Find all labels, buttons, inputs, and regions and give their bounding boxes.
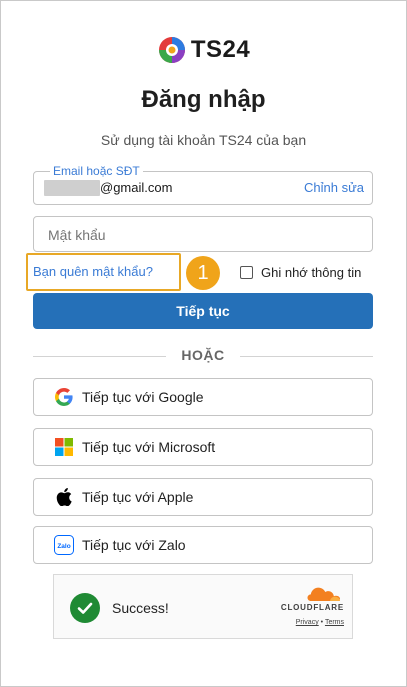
forgot-password-link[interactable]: Bạn quên mật khẩu?	[33, 264, 153, 279]
divider-left	[33, 356, 166, 357]
email-field-label: Email hoặc SĐT	[50, 164, 143, 178]
terms-link[interactable]: Terms	[325, 619, 344, 626]
brand-logo: TS24	[0, 32, 407, 68]
zalo-login-label: Tiếp tục với Zalo	[82, 537, 186, 553]
brand-name: TS24	[190, 36, 251, 63]
page-title: Đăng nhập	[141, 86, 266, 113]
edit-email-link[interactable]: Chỉnh sửa	[304, 180, 364, 195]
check-icon	[70, 593, 100, 623]
zalo-icon-text: Zalo	[57, 543, 70, 550]
password-input[interactable]	[48, 227, 348, 243]
zalo-icon: Zalo	[54, 535, 74, 555]
microsoft-login-label: Tiếp tục với Microsoft	[82, 439, 216, 455]
divider-right	[240, 356, 373, 357]
continue-button[interactable]: Tiếp tục	[33, 293, 373, 329]
google-login-button[interactable]: Tiếp tục với Google	[33, 378, 373, 416]
apple-icon	[54, 487, 74, 507]
ts24-logo-icon	[158, 37, 185, 63]
or-separator: HOẶC	[181, 347, 225, 363]
cloudflare-captcha: Success! CLOUDFLARE Privacy • Terms	[53, 574, 353, 639]
google-icon	[54, 387, 74, 407]
zalo-login-button[interactable]: Zalo Tiếp tục với Zalo	[33, 526, 373, 564]
email-value: @gmail.com	[100, 180, 173, 195]
microsoft-login-button[interactable]: Tiếp tục với Microsoft	[33, 428, 373, 466]
remember-me[interactable]: Ghi nhớ thông tin	[240, 265, 361, 280]
google-login-label: Tiếp tục với Google	[82, 389, 204, 405]
cloudflare-links: Privacy • Terms	[264, 619, 344, 626]
remember-checkbox[interactable]	[240, 266, 253, 279]
step-badge: 1	[186, 256, 220, 290]
captcha-status: Success!	[112, 600, 169, 616]
cloudflare-wordmark: CLOUDFLARE	[280, 603, 344, 612]
email-redacted-part	[44, 180, 100, 196]
privacy-link[interactable]: Privacy	[296, 619, 319, 626]
remember-label: Ghi nhớ thông tin	[261, 265, 362, 280]
apple-login-button[interactable]: Tiếp tục với Apple	[33, 478, 373, 516]
apple-login-label: Tiếp tục với Apple	[82, 489, 194, 505]
link-separator: •	[320, 619, 324, 626]
microsoft-icon	[54, 437, 74, 457]
cloudflare-brand: CLOUDFLARE Privacy • Terms	[264, 585, 344, 635]
cloudflare-cloud-icon	[307, 587, 340, 601]
page-subtitle: Sử dụng tài khoản TS24 của bạn	[100, 132, 307, 148]
